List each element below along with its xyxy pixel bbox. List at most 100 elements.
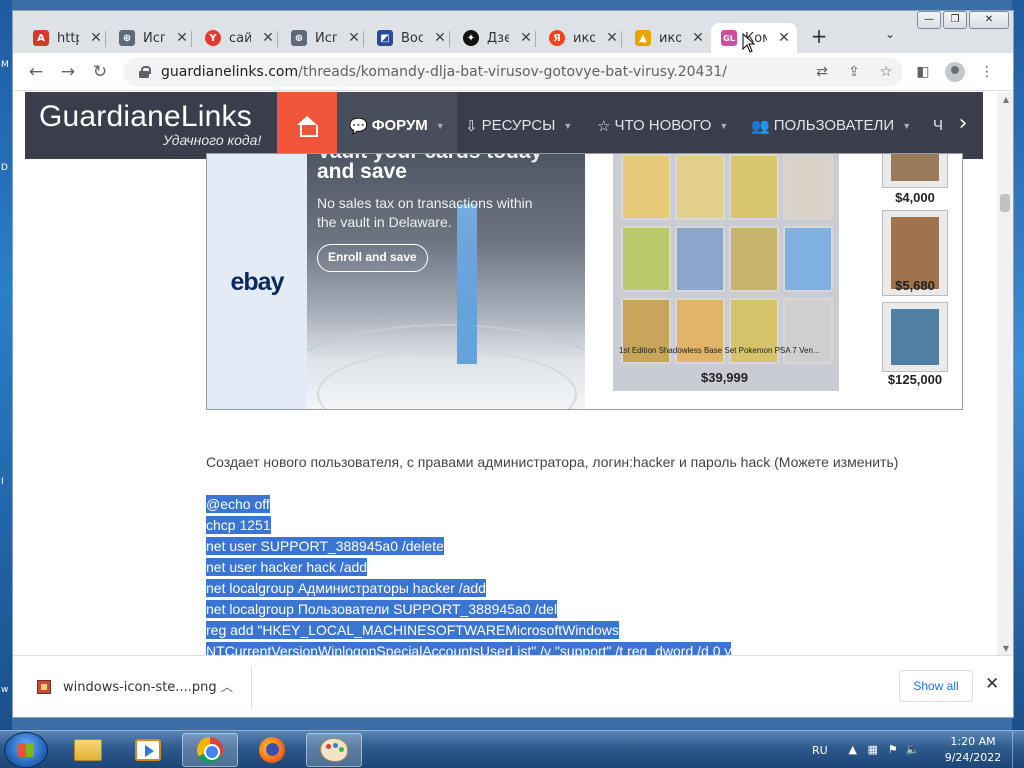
tab-6[interactable]: ✦ Дзе ✕ bbox=[453, 23, 539, 53]
desktop-left-edge: M D I w bbox=[0, 0, 12, 730]
caret-down-icon[interactable]: ▼ bbox=[902, 121, 911, 131]
taskbar-media-player[interactable] bbox=[120, 733, 176, 767]
chat-bubble-icon: 💬 bbox=[349, 117, 368, 135]
card bbox=[729, 154, 779, 220]
tab-5[interactable]: ◩ Вос ✕ bbox=[367, 23, 453, 53]
nav-resources[interactable]: ⇩ РЕСУРСЫ ▼ bbox=[453, 92, 584, 159]
close-icon[interactable]: ✕ bbox=[347, 30, 361, 46]
lock-icon[interactable] bbox=[139, 66, 151, 78]
ebay-ad-banner[interactable]: ebay Vault your cards today and save No … bbox=[206, 153, 963, 410]
tab-1[interactable]: A http ✕ bbox=[23, 23, 109, 53]
close-window-button[interactable]: ✕ bbox=[969, 11, 1009, 29]
desktop-glyph: M bbox=[1, 60, 9, 70]
chevron-right-icon[interactable]: › bbox=[943, 92, 983, 159]
slab-price: $5,680 bbox=[895, 278, 935, 293]
close-icon[interactable]: ✕ bbox=[89, 30, 103, 46]
tab-search-button[interactable]: ⌄ bbox=[885, 27, 895, 41]
taskbar-clock[interactable]: 1:20 AM 9/24/2022 bbox=[938, 734, 1008, 766]
close-icon[interactable]: ✕ bbox=[777, 30, 791, 46]
download-file-name[interactable]: windows-icon-ste....png bbox=[63, 680, 217, 695]
nav-label: Ч bbox=[933, 117, 943, 134]
caret-down-icon[interactable]: ▼ bbox=[436, 121, 445, 131]
close-icon[interactable]: ✕ bbox=[985, 674, 999, 694]
flag-icon[interactable]: ⚑ bbox=[886, 743, 900, 757]
tab-4[interactable]: ⊕ Исп ✕ bbox=[281, 23, 367, 53]
tab-title: Вос bbox=[401, 30, 423, 46]
downloads-bar: windows-icon-ste....png ︿ Show all ✕ bbox=[13, 655, 1013, 717]
selected-code-block[interactable]: @echo off chcp 1251 net user SUPPORT_388… bbox=[206, 494, 732, 655]
side-panel-icon[interactable]: ◧ bbox=[913, 62, 933, 82]
site-logo[interactable]: GuardianeLinks bbox=[39, 100, 252, 134]
share-icon[interactable]: ⇪ bbox=[845, 63, 863, 81]
close-icon[interactable]: ✕ bbox=[261, 30, 275, 46]
tab-favicon: ⊕ bbox=[119, 30, 135, 46]
windows-taskbar: RU ▲ ▦ ⚑ 🔈 1:20 AM 9/24/2022 bbox=[0, 730, 1024, 768]
chevron-up-icon[interactable]: ︿ bbox=[221, 678, 233, 695]
post-intro-text: Создает нового пользователя, с правами а… bbox=[206, 454, 899, 470]
close-icon[interactable]: ✕ bbox=[605, 30, 619, 46]
tab-separator bbox=[105, 31, 106, 47]
close-icon[interactable]: ✕ bbox=[519, 30, 533, 46]
users-icon: 👥 bbox=[751, 117, 770, 135]
start-button[interactable] bbox=[4, 732, 48, 768]
close-icon[interactable]: ✕ bbox=[433, 30, 447, 46]
enroll-button[interactable]: Enroll and save bbox=[317, 244, 428, 272]
tab-7[interactable]: Я ико ✕ bbox=[539, 23, 625, 53]
close-icon[interactable]: ✕ bbox=[175, 30, 189, 46]
tab-3[interactable]: Y сайт ✕ bbox=[195, 23, 281, 53]
taskbar-paint[interactable] bbox=[306, 733, 362, 767]
show-all-button[interactable]: Show all bbox=[899, 670, 973, 702]
tab-2[interactable]: ⊕ Исп ✕ bbox=[109, 23, 195, 53]
graded-slab bbox=[882, 302, 948, 372]
system-tray: RU ▲ ▦ ⚑ 🔈 bbox=[812, 731, 926, 768]
taskbar-explorer[interactable] bbox=[60, 733, 116, 767]
show-hidden-icons-arrow[interactable]: ▲ bbox=[846, 743, 860, 757]
language-indicator[interactable]: RU bbox=[812, 744, 828, 757]
desktop-glyph: w bbox=[1, 685, 9, 695]
code-line: net localgroup Пользователи SUPPORT_3889… bbox=[206, 600, 558, 618]
volume-icon[interactable]: 🔈 bbox=[906, 743, 920, 757]
restore-button[interactable]: ❐ bbox=[943, 11, 967, 29]
tab-favicon: ✦ bbox=[463, 30, 479, 46]
reload-icon[interactable]: ↻ bbox=[89, 61, 111, 83]
tab-favicon: Y bbox=[205, 30, 221, 46]
kebab-menu-icon[interactable]: ⋮ bbox=[977, 62, 997, 82]
url-text[interactable]: guardianelinks.com/threads/komandy-dlja-… bbox=[161, 64, 727, 80]
scroll-up-icon[interactable]: ▲ bbox=[1003, 95, 1009, 104]
forward-arrow-icon[interactable]: → bbox=[57, 61, 79, 83]
show-desktop-button[interactable] bbox=[1012, 731, 1024, 768]
caret-down-icon[interactable]: ▼ bbox=[563, 121, 572, 131]
profile-avatar[interactable] bbox=[945, 62, 965, 82]
scrollbar-thumb[interactable] bbox=[1000, 194, 1010, 212]
home-button[interactable] bbox=[277, 92, 337, 159]
caret-down-icon[interactable]: ▼ bbox=[719, 121, 728, 131]
card bbox=[675, 154, 725, 220]
nav-forum[interactable]: 💬 ФОРУМ ▼ bbox=[337, 92, 457, 159]
graded-slab bbox=[882, 154, 948, 188]
network-icon[interactable]: ▦ bbox=[866, 743, 880, 757]
clock-date: 9/24/2022 bbox=[944, 751, 1002, 764]
ebay-logo-panel: ebay bbox=[207, 154, 307, 409]
tab-favicon: GL bbox=[721, 30, 737, 46]
minimize-button[interactable]: — bbox=[917, 11, 941, 29]
translate-icon[interactable]: ⇄ bbox=[813, 63, 831, 81]
bookmark-star-icon[interactable]: ☆ bbox=[877, 63, 895, 81]
vertical-scrollbar[interactable]: ▲ ▼ bbox=[997, 92, 1013, 655]
tab-8[interactable]: ▲ ико ✕ bbox=[625, 23, 711, 53]
desktop-glyph: I bbox=[1, 477, 4, 487]
window-controls: — ❐ ✕ bbox=[917, 11, 1009, 29]
close-icon[interactable]: ✕ bbox=[691, 30, 705, 46]
back-arrow-icon[interactable]: ← bbox=[25, 61, 47, 83]
card-price: $39,999 bbox=[701, 370, 748, 385]
ad-headline: and save bbox=[317, 160, 407, 183]
code-line: NTCurrentVersionWinlogonSpecialAccountsU… bbox=[206, 641, 732, 655]
tab-title: Дзе bbox=[487, 30, 509, 46]
new-tab-button[interactable]: + bbox=[807, 25, 831, 49]
taskbar-chrome[interactable] bbox=[182, 733, 238, 767]
scroll-down-icon[interactable]: ▼ bbox=[1003, 644, 1009, 653]
taskbar-firefox[interactable] bbox=[244, 733, 300, 767]
nav-whats-new[interactable]: ☆ ЧТО НОВОГО ▼ bbox=[585, 92, 740, 159]
address-bar[interactable]: guardianelinks.com/threads/komandy-dlja-… bbox=[123, 57, 903, 87]
image-file-icon[interactable] bbox=[37, 680, 51, 694]
nav-users[interactable]: 👥 ПОЛЬЗОВАТЕЛИ ▼ bbox=[739, 92, 923, 159]
